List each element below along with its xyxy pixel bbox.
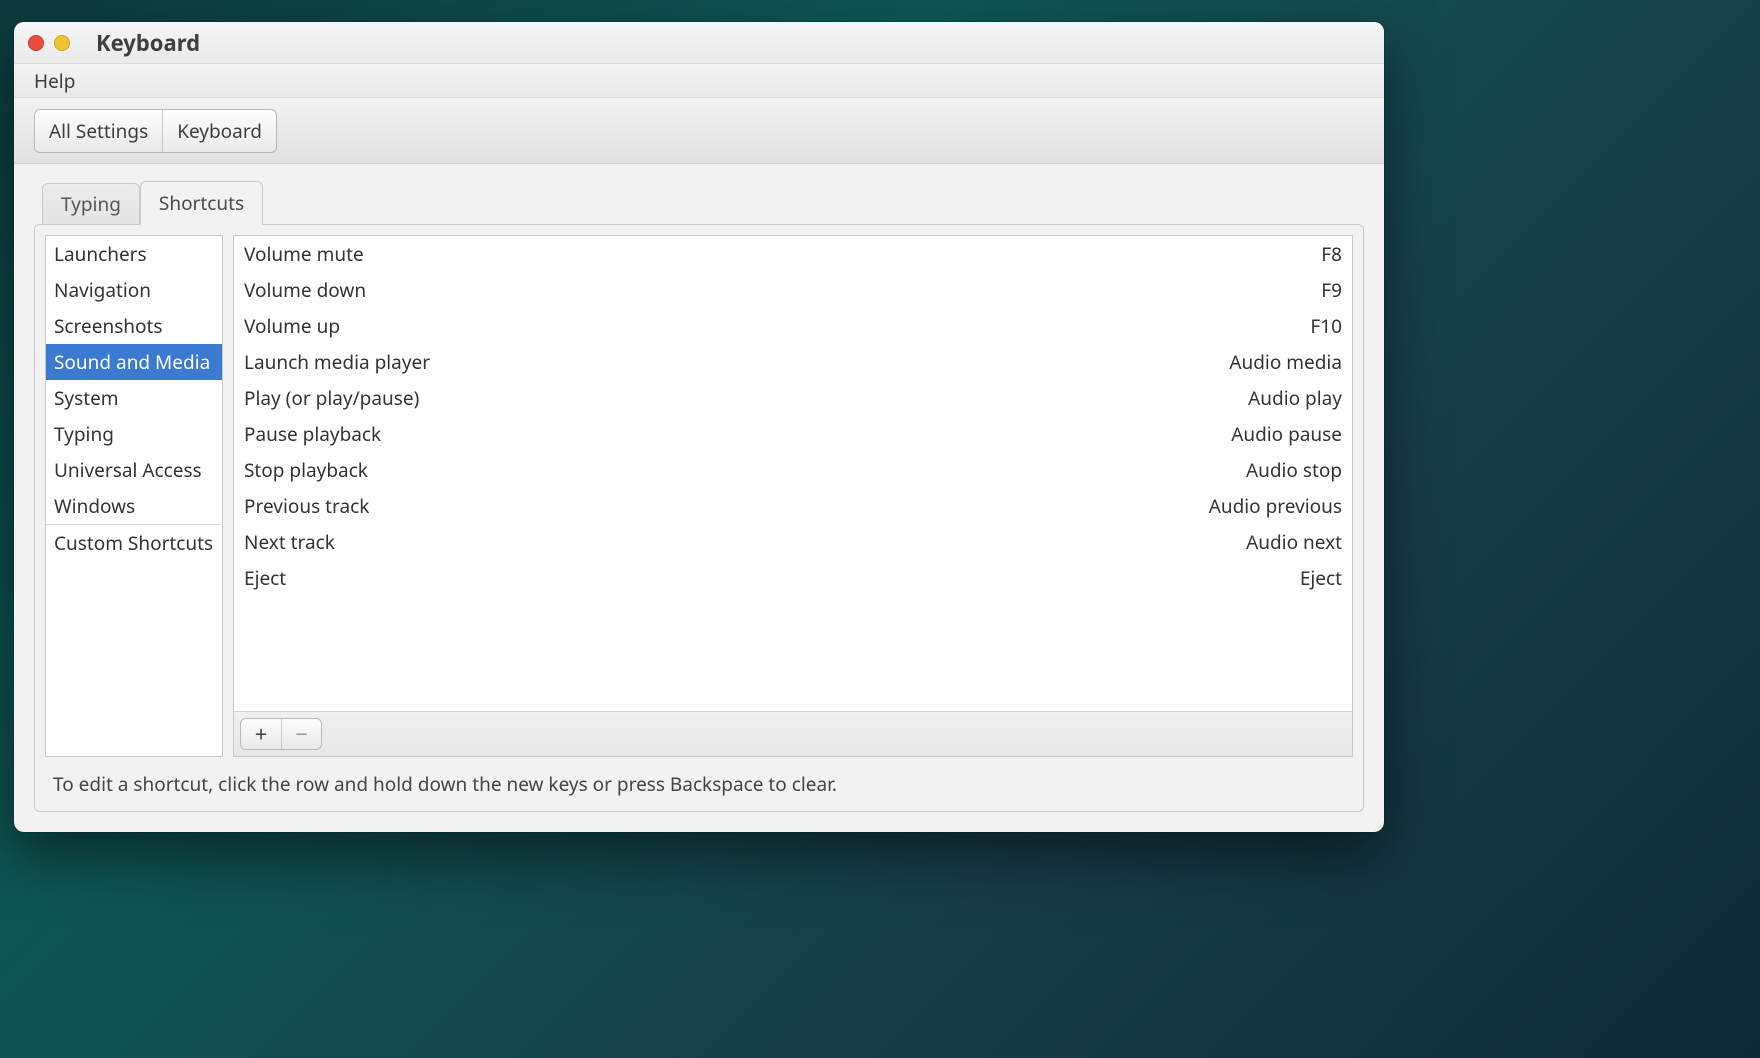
shortcut-row[interactable]: Next track Audio next xyxy=(234,524,1352,560)
shortcut-row[interactable]: Stop playback Audio stop xyxy=(234,452,1352,488)
shortcut-row[interactable]: Play (or play/pause) Audio play xyxy=(234,380,1352,416)
tabs: Typing Shortcuts xyxy=(42,180,1364,224)
close-icon[interactable] xyxy=(28,35,44,51)
breadcrumb: All Settings Keyboard xyxy=(34,109,277,153)
category-item[interactable]: System xyxy=(46,380,222,416)
minus-icon: − xyxy=(295,723,308,745)
shortcut-label: Launch media player xyxy=(244,349,430,375)
menubar: Help xyxy=(14,64,1384,98)
category-item[interactable]: Typing xyxy=(46,416,222,452)
shortcut-key: Audio play xyxy=(1248,385,1342,411)
hint-text: To edit a shortcut, click the row and ho… xyxy=(45,757,1353,801)
minimize-icon[interactable] xyxy=(54,35,70,51)
shortcut-label: Next track xyxy=(244,529,335,555)
shortcut-key: F10 xyxy=(1310,313,1342,339)
shortcut-label: Pause playback xyxy=(244,421,381,447)
shortcut-key: Eject xyxy=(1300,565,1342,591)
breadcrumb-all-settings[interactable]: All Settings xyxy=(35,110,162,152)
shortcut-key: Audio previous xyxy=(1209,493,1342,519)
remove-shortcut-button[interactable]: − xyxy=(281,719,321,749)
shortcut-key: F9 xyxy=(1321,277,1342,303)
toolbar: All Settings Keyboard xyxy=(14,98,1384,164)
titlebar[interactable]: Keyboard xyxy=(14,22,1384,64)
plus-icon: + xyxy=(255,723,268,745)
category-item[interactable]: Windows xyxy=(46,488,222,524)
category-sidebar: LaunchersNavigationScreenshotsSound and … xyxy=(45,235,223,757)
category-item[interactable]: Universal Access xyxy=(46,452,222,488)
tab-typing[interactable]: Typing xyxy=(42,183,140,227)
shortcut-label: Volume mute xyxy=(244,241,364,267)
shortcuts-panel: LaunchersNavigationScreenshotsSound and … xyxy=(34,224,1364,812)
shortcut-key: Audio stop xyxy=(1246,457,1342,483)
window-title: Keyboard xyxy=(96,28,200,58)
shortcut-label: Volume down xyxy=(244,277,366,303)
category-item[interactable]: Navigation xyxy=(46,272,222,308)
content-area: Typing Shortcuts LaunchersNavigationScre… xyxy=(14,164,1384,832)
breadcrumb-keyboard[interactable]: Keyboard xyxy=(162,110,276,152)
shortcut-row[interactable]: Volume up F10 xyxy=(234,308,1352,344)
category-item[interactable]: Sound and Media xyxy=(46,344,222,380)
shortcut-key: Audio pause xyxy=(1231,421,1342,447)
tab-shortcuts[interactable]: Shortcuts xyxy=(140,181,263,225)
add-shortcut-button[interactable]: + xyxy=(241,719,281,749)
shortcut-row[interactable]: Pause playback Audio pause xyxy=(234,416,1352,452)
category-item-custom[interactable]: Custom Shortcuts xyxy=(46,525,222,561)
shortcut-label: Play (or play/pause) xyxy=(244,385,419,411)
shortcut-row[interactable]: Launch media player Audio media xyxy=(234,344,1352,380)
window-controls xyxy=(28,35,70,51)
shortcut-controls: + − xyxy=(233,711,1353,757)
shortcut-row[interactable]: Volume down F9 xyxy=(234,272,1352,308)
shortcut-key: Audio media xyxy=(1229,349,1342,375)
menu-help[interactable]: Help xyxy=(26,64,83,98)
shortcut-key: F8 xyxy=(1321,241,1342,267)
category-item[interactable]: Screenshots xyxy=(46,308,222,344)
shortcut-row[interactable]: Volume mute F8 xyxy=(234,236,1352,272)
shortcut-label: Volume up xyxy=(244,313,340,339)
shortcut-label: Stop playback xyxy=(244,457,368,483)
shortcut-label: Eject xyxy=(244,565,286,591)
shortcut-key: Audio next xyxy=(1246,529,1342,555)
shortcut-list: Volume mute F8 Volume down F9 Volume up F10 La… xyxy=(233,235,1353,712)
settings-window: Keyboard Help All Settings Keyboard Typi… xyxy=(14,22,1384,832)
shortcut-row[interactable]: Previous track Audio previous xyxy=(234,488,1352,524)
category-item[interactable]: Launchers xyxy=(46,236,222,272)
shortcut-row[interactable]: Eject Eject xyxy=(234,560,1352,596)
shortcut-label: Previous track xyxy=(244,493,369,519)
